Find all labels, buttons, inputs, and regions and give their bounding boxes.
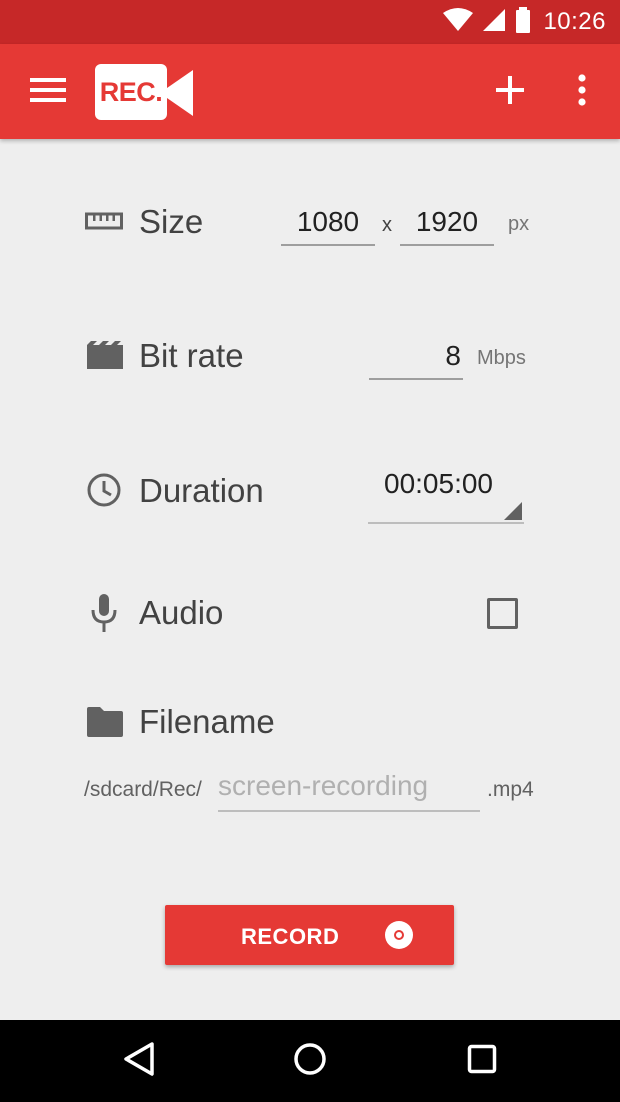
more-vert-icon (577, 73, 587, 111)
duration-label: Duration (139, 472, 264, 509)
home-button[interactable] (285, 1036, 335, 1086)
size-label: Size (139, 203, 204, 240)
folder-icon (86, 706, 124, 738)
add-icon (496, 75, 524, 109)
status-time: 10:26 (543, 8, 606, 35)
home-icon (293, 1042, 327, 1081)
logo-box: REC. (95, 64, 167, 120)
menu-icon (30, 76, 66, 109)
duration-value: 00:05:00 (384, 468, 493, 499)
record-icon (385, 921, 413, 949)
filename-input[interactable] (218, 766, 480, 802)
clapperboard-icon (86, 340, 124, 370)
wifi-icon (443, 7, 474, 37)
microphone-icon (90, 594, 118, 632)
clock-icon (86, 472, 122, 508)
menu-button[interactable] (24, 71, 72, 113)
size-unit: px (508, 213, 530, 235)
battery-icon (515, 6, 531, 38)
dropdown-arrow-icon (504, 502, 522, 520)
filename-label: Filename (139, 703, 275, 740)
record-label: RECORD (241, 924, 340, 949)
logo-text: REC. (99, 76, 163, 107)
back-button[interactable] (114, 1036, 164, 1086)
status-icons: 10:26 (443, 0, 606, 44)
audio-label: Audio (139, 594, 224, 631)
app-bar: REC. (0, 44, 620, 139)
status-bar: 10:26 (0, 0, 620, 44)
navigation-bar (0, 1020, 620, 1102)
more-options-button[interactable] (558, 68, 606, 116)
bitrate-unit: Mbps (477, 347, 526, 369)
app-logo: REC. (95, 64, 195, 122)
recents-icon (467, 1044, 497, 1079)
record-button[interactable]: RECORD (165, 905, 454, 965)
filename-suffix: .mp4 (487, 778, 534, 801)
filename-prefix: /sdcard/Rec/ (84, 778, 202, 801)
filename-field[interactable] (218, 766, 480, 812)
ruler-icon (84, 207, 124, 235)
back-icon (123, 1041, 155, 1081)
add-button[interactable] (486, 68, 534, 116)
height-field[interactable] (400, 198, 494, 246)
recents-button[interactable] (457, 1036, 507, 1086)
height-input[interactable] (400, 206, 494, 238)
audio-checkbox[interactable] (487, 598, 518, 629)
bitrate-field[interactable] (369, 332, 463, 380)
width-field[interactable] (281, 198, 375, 246)
duration-dropdown[interactable]: 00:05:00 (368, 462, 524, 524)
bitrate-label: Bit rate (139, 337, 244, 374)
size-separator: x (382, 214, 392, 236)
camera-cone-icon (167, 70, 193, 121)
width-input[interactable] (281, 206, 375, 238)
bitrate-input[interactable] (369, 340, 463, 372)
signal-icon (481, 7, 507, 38)
